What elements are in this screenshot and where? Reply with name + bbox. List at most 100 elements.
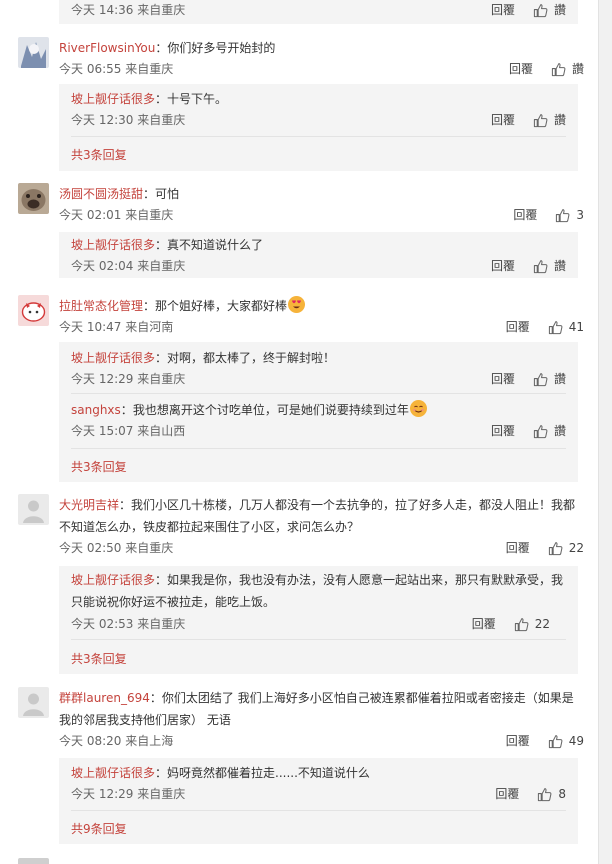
- more-replies-link[interactable]: 共3条回复: [71, 458, 127, 475]
- like-button[interactable]: 49: [548, 731, 584, 751]
- sub-reply-box: 坡上靓仔话很多：对啊，都太棒了，终于解封啦！ 今天 12:29 来自重庆 回覆 …: [59, 342, 578, 482]
- next-comment-partial-text: [59, 859, 409, 864]
- sub-reply: 坡上靓仔话很多：真不知道说什么了 今天 02:04 来自重庆 回覆 讚: [71, 234, 566, 276]
- comment-item: 群群lauren_694：你们太团结了 我们上海好多小区怕自己被连累都催着拉阳或…: [18, 687, 584, 847]
- reply-button[interactable]: 回覆: [509, 59, 533, 79]
- comment-content: 你们太团结了 我们上海好多小区怕自己被连累都催着拉阳或者密接走（如果是: [161, 691, 574, 705]
- avatar[interactable]: [18, 37, 49, 68]
- comment-content: 我们小区几十栋楼，几万人都没有一个去抗争的，拉了好多人走，都没人阻止！我都: [131, 498, 576, 512]
- like-button[interactable]: 41: [548, 317, 584, 337]
- thumbs-up-icon: [548, 734, 563, 748]
- avatar[interactable]: [18, 494, 49, 525]
- thumbs-up-icon: [533, 259, 548, 273]
- reply-button[interactable]: 回覆: [491, 369, 515, 389]
- thumbs-up-icon: [556, 208, 570, 222]
- reply-button[interactable]: 回覆: [491, 110, 515, 130]
- like-button[interactable]: 8: [537, 784, 566, 804]
- reply-button[interactable]: 回覆: [506, 538, 530, 558]
- comment-text: 汤圆不圆汤挺甜：可怕: [59, 183, 584, 205]
- more-replies-link[interactable]: 共3条回复: [71, 146, 127, 163]
- sub-reply: 坡上靓仔话很多：十号下午。 今天 12:30 来自重庆 回覆 讚: [71, 88, 566, 130]
- like-button[interactable]: 讚: [533, 256, 566, 276]
- comment-separator: ：: [149, 691, 162, 705]
- comment-username[interactable]: 大光明吉祥: [59, 498, 119, 512]
- sub-reply-text: 坡上靓仔话很多：对啊，都太棒了，终于解封啦！: [71, 347, 566, 369]
- reply-button[interactable]: 回覆: [506, 731, 530, 751]
- sub-reply-meta: 今天 12:29 来自重庆 回覆 8: [71, 784, 566, 804]
- sub-reply-meta: 今天 02:04 来自重庆 回覆 讚: [71, 256, 566, 276]
- comment-content: 那个姐好棒，大家都好棒: [155, 299, 288, 313]
- divider: [71, 136, 566, 137]
- sub-reply-time-location: 今天 14:36 来自重庆: [71, 3, 186, 17]
- sub-reply-username[interactable]: 坡上靓仔话很多: [71, 766, 155, 780]
- like-button[interactable]: 讚: [533, 421, 566, 441]
- scrollbar-thumb[interactable]: [602, 0, 610, 864]
- sub-reply-time-location: 今天 12:30 来自重庆: [71, 113, 186, 127]
- like-count: 讚: [571, 62, 584, 76]
- reply-button[interactable]: 回覆: [513, 205, 537, 225]
- like-count: 3: [576, 208, 584, 222]
- reply-button[interactable]: 回覆: [495, 784, 519, 804]
- like-button[interactable]: 3: [555, 205, 584, 225]
- comment-item: 拉肚常态化管理：那个姐好棒，大家都好棒 今天 10:47 来自河南 回覆 41 …: [18, 295, 584, 485]
- comment-item: 汤圆不圆汤挺甜：可怕 今天 02:01 来自重庆 回覆 3 坡上靓仔话很多：真不…: [18, 183, 584, 283]
- like-button[interactable]: 讚: [533, 110, 566, 130]
- sub-reply-content: 我也想离开这个讨吃单位，可是她们说要持续到过年: [132, 403, 409, 417]
- thumbs-up-icon: [551, 62, 566, 76]
- reply-button[interactable]: 回覆: [491, 421, 515, 441]
- more-replies-link[interactable]: 共9条回复: [71, 820, 127, 837]
- more-replies-link[interactable]: 共3条回复: [71, 650, 127, 667]
- like-count: 49: [568, 734, 584, 748]
- sub-reply-username[interactable]: 坡上靓仔话很多: [71, 573, 155, 587]
- sub-reply-separator: ：: [155, 766, 168, 780]
- sub-reply-meta: 今天 12:29 来自重庆 回覆 讚: [71, 369, 566, 389]
- like-button[interactable]: 22: [514, 614, 550, 634]
- sub-reply: sanghxs：我也想离开这个讨吃单位，可是她们说要持续到过年 今天 15:07…: [71, 399, 566, 441]
- comment-page: 今天 14:36 来自重庆 回覆 讚 RiverFlowsinYou：你们好多号…: [0, 0, 598, 864]
- comment-meta: 今天 02:50 来自重庆 回覆 22: [59, 538, 584, 558]
- reply-button[interactable]: 回覆: [491, 256, 515, 276]
- comment-username[interactable]: 群群lauren_694: [59, 691, 150, 705]
- reply-button[interactable]: 回覆: [506, 317, 530, 337]
- thumbs-up-icon: [533, 3, 548, 17]
- comment-username[interactable]: 汤圆不圆汤挺甜: [59, 187, 143, 201]
- sub-reply-time-location: 今天 15:07 来自山西: [71, 424, 186, 438]
- reply-button[interactable]: 回覆: [472, 614, 496, 634]
- like-button[interactable]: 讚: [533, 369, 566, 389]
- comment-meta: 今天 10:47 来自河南 回覆 41: [59, 317, 584, 337]
- comment-username[interactable]: RiverFlowsinYou: [59, 41, 155, 55]
- like-count: 22: [568, 541, 584, 555]
- like-count: 讚: [553, 259, 566, 273]
- sub-reply-content: 如果我是你，我也没有办法，没有人愿意一起站出来，那只有默默承受，我: [167, 573, 564, 587]
- sub-reply-time-location: 今天 12:29 来自重庆: [71, 787, 186, 801]
- like-button[interactable]: 讚: [533, 0, 566, 20]
- comment-separator: ：: [155, 41, 168, 55]
- sub-reply-username[interactable]: 坡上靓仔话很多: [71, 238, 155, 252]
- comment-meta: 今天 08:20 来自上海 回覆 49: [59, 731, 584, 751]
- sub-reply-text: sanghxs：我也想离开这个讨吃单位，可是她们说要持续到过年: [71, 399, 566, 421]
- sub-reply-username[interactable]: 坡上靓仔话很多: [71, 351, 155, 365]
- scrollbar[interactable]: [598, 0, 612, 864]
- comment-meta: 今天 02:01 来自重庆 回覆 3: [59, 205, 584, 225]
- comment-username[interactable]: 拉肚常态化管理: [59, 299, 143, 313]
- thumbs-up-icon: [538, 787, 552, 801]
- avatar[interactable]: [18, 183, 49, 214]
- comment-content-line2: 不知道怎么办，铁皮都拉起来围住了小区，求问怎么办？: [59, 520, 360, 534]
- like-button[interactable]: 22: [548, 538, 584, 558]
- comment-content: 你们好多号开始封的: [167, 41, 276, 55]
- like-button[interactable]: 讚: [551, 59, 584, 79]
- divider: [71, 393, 566, 394]
- comment-text: RiverFlowsinYou：你们好多号开始封的: [59, 37, 584, 59]
- thumbs-up-icon: [548, 320, 563, 334]
- sub-reply-username[interactable]: 坡上靓仔话很多: [71, 92, 155, 106]
- sub-reply-username[interactable]: sanghxs: [71, 403, 121, 417]
- like-count: 41: [568, 320, 584, 334]
- sub-reply-text: 坡上靓仔话很多：真不知道说什么了: [71, 234, 566, 256]
- avatar[interactable]: [18, 295, 49, 326]
- sub-reply-text: 坡上靓仔话很多：如果我是你，我也没有办法，没有人愿意一起站出来，那只有默默承受，…: [71, 569, 566, 613]
- avatar[interactable]: [18, 687, 49, 718]
- sub-reply-separator: ：: [155, 573, 168, 587]
- comment-separator: ：: [143, 187, 156, 201]
- sub-reply: 坡上靓仔话很多：对啊，都太棒了，终于解封啦！ 今天 12:29 来自重庆 回覆 …: [71, 347, 566, 389]
- reply-button[interactable]: 回覆: [491, 0, 515, 20]
